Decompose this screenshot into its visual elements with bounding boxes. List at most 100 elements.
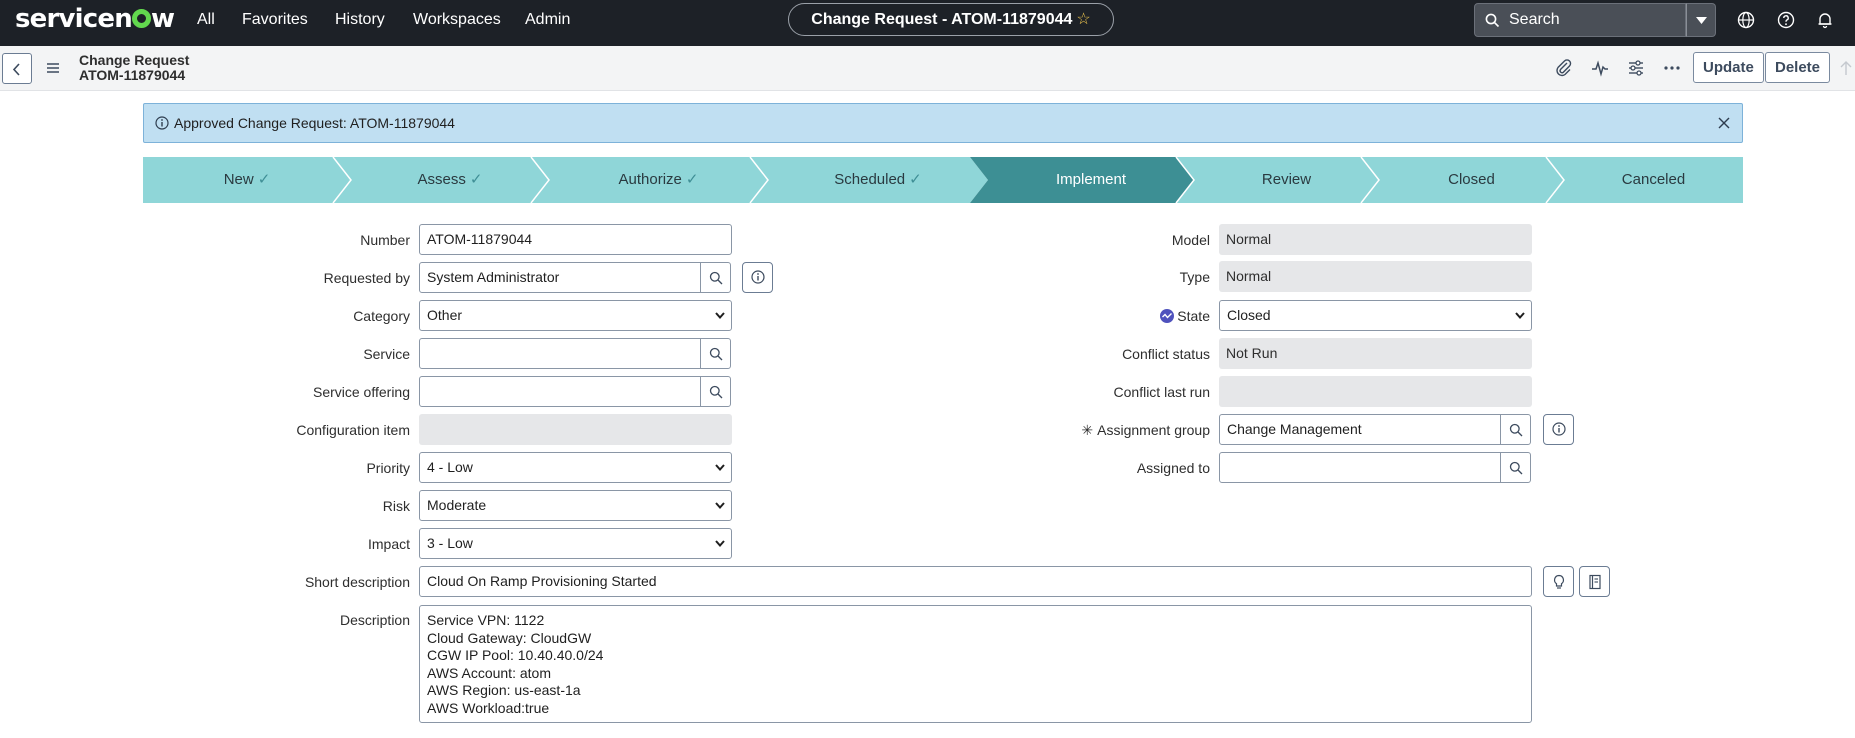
nav-admin[interactable]: Admin [525,0,570,46]
service-label: Service [363,346,410,362]
service-offering-lookup-button[interactable] [700,376,731,407]
requested-by-lookup-button[interactable] [700,262,731,293]
stage-scheduled: Scheduled ✓ [834,171,922,188]
chevron-down-icon [715,312,725,319]
service-offering-label: Service offering [312,384,410,400]
chevron-down-icon [715,464,725,471]
search-icon [1485,13,1500,28]
info-circle-icon [751,270,765,284]
activity-pulse-icon[interactable] [1590,58,1610,78]
chevron-down-icon [1515,312,1525,319]
description-textarea[interactable]: Service VPN: 1122 Cloud Gateway: CloudGW… [419,605,1532,723]
impact-select[interactable]: 3 - Low [419,528,732,559]
favorite-star-icon[interactable]: ☆ [1076,11,1090,28]
stage-closed: Closed [1448,171,1495,188]
configuration-item-label: Configuration item [296,422,410,438]
type-field: Normal [1219,261,1532,292]
chevron-down-icon [1696,17,1707,24]
model-label: Model [1171,232,1210,248]
number-field[interactable]: ATOM-11879044 [419,224,732,255]
service-lookup-button[interactable] [700,338,731,369]
search-scope-dropdown[interactable] [1686,3,1716,37]
check-icon: ✓ [909,171,922,188]
risk-select[interactable]: Moderate [419,490,732,521]
assigned-to-lookup-button[interactable] [1500,452,1531,483]
nav-history[interactable]: History [335,0,385,46]
conflict-last-run-label: Conflict last run [1113,384,1210,400]
chevron-left-icon [12,63,20,76]
delete-button[interactable]: Delete [1765,52,1831,83]
assignment-group-info-button[interactable] [1543,414,1574,445]
record-title-pill[interactable]: Change Request - ATOM-11879044 ☆ [788,3,1114,36]
conflict-last-run-field [1219,376,1532,407]
state-flow-indicator-icon[interactable] [1160,309,1175,323]
description-line: Cloud Gateway: CloudGW [427,629,592,646]
search-icon [1509,423,1523,437]
update-button[interactable]: Update [1693,52,1764,83]
search-icon [709,271,723,285]
description-line: AWS Account: atom [427,664,551,681]
stage-new: New ✓ [223,171,271,188]
mandatory-asterisk-icon: ✳ [1081,422,1094,438]
close-icon[interactable] [1718,117,1730,129]
back-button[interactable] [2,53,32,84]
table-name: Change Request [79,52,190,68]
service-field[interactable] [419,338,701,369]
service-offering-field[interactable] [419,376,701,407]
template-book-button[interactable] [1579,566,1610,597]
alert-message: Approved Change Request: ATOM-11879044 [174,115,455,131]
priority-select[interactable]: 4 - Low [419,452,732,483]
nav-workspaces[interactable]: Workspaces [413,0,501,46]
record-title-text: Change Request - ATOM-11879044 [811,11,1073,28]
top-navigation-bar: servicen w All Favorites History Workspac… [0,0,1855,46]
assignment-group-label: ✳ Assignment group [1081,422,1210,438]
nav-favorites[interactable]: Favorites [242,0,308,46]
more-options-ellipsis-icon[interactable] [1662,58,1682,78]
search-icon [1509,461,1523,475]
state-select[interactable]: Closed [1219,300,1532,331]
requested-by-field[interactable]: System Administrator [419,262,701,293]
risk-label: Risk [382,498,410,514]
record-title: Change Request ATOM-11879044 [79,53,189,83]
requested-by-label: Requested by [323,270,410,286]
help-icon[interactable] [1777,11,1795,29]
short-description-label: Short description [304,574,410,590]
attachment-paperclip-icon[interactable] [1554,58,1574,78]
stage-assess: Assess ✓ [417,171,483,188]
stage-implement: Implement [1055,171,1127,188]
process-flow-stages: New ✓ Assess ✓ Authorize ✓ Scheduled ✓ Imple… [143,157,1743,203]
scroll-to-top-arrow-icon[interactable] [1840,60,1852,76]
assignment-group-lookup-button[interactable] [1500,414,1531,445]
assignment-group-field[interactable]: Change Management [1219,414,1501,445]
servicenow-logo[interactable]: servicen w [15,4,175,34]
notifications-bell-icon[interactable] [1816,11,1834,29]
chevron-down-icon [715,502,725,509]
globe-icon[interactable] [1737,11,1755,29]
configuration-item-field [419,414,732,445]
description-line: CGW IP Pool: 10.40.40.0/24 [427,647,604,663]
suggestion-lightbulb-button[interactable] [1543,566,1574,597]
impact-label: Impact [367,536,410,552]
nav-all[interactable]: All [197,0,215,46]
assigned-to-field[interactable] [1219,452,1501,483]
type-label: Type [1179,269,1210,285]
search-placeholder: Search [1509,11,1560,28]
category-label: Category [353,308,410,324]
context-menu-icon[interactable] [46,62,60,74]
assigned-to-label: Assigned to [1136,460,1210,476]
number-label: Number [360,232,410,248]
short-description-field[interactable]: Cloud On Ramp Provisioning Started [419,566,1532,597]
conflict-status-label: Conflict status [1122,346,1210,362]
category-select[interactable]: Other [419,300,732,331]
global-search-input[interactable]: Search [1474,3,1686,37]
chevron-down-icon [715,540,725,547]
info-circle-icon [1552,422,1566,436]
personalize-form-sliders-icon[interactable] [1626,58,1646,78]
description-line: Service VPN: 1122 [427,612,545,628]
requested-by-info-button[interactable] [742,262,773,293]
record-number: ATOM-11879044 [79,67,186,83]
stage-review: Review [1261,171,1312,188]
search-icon [709,347,723,361]
description-label: Description [339,612,410,628]
info-circle-icon [155,116,169,130]
